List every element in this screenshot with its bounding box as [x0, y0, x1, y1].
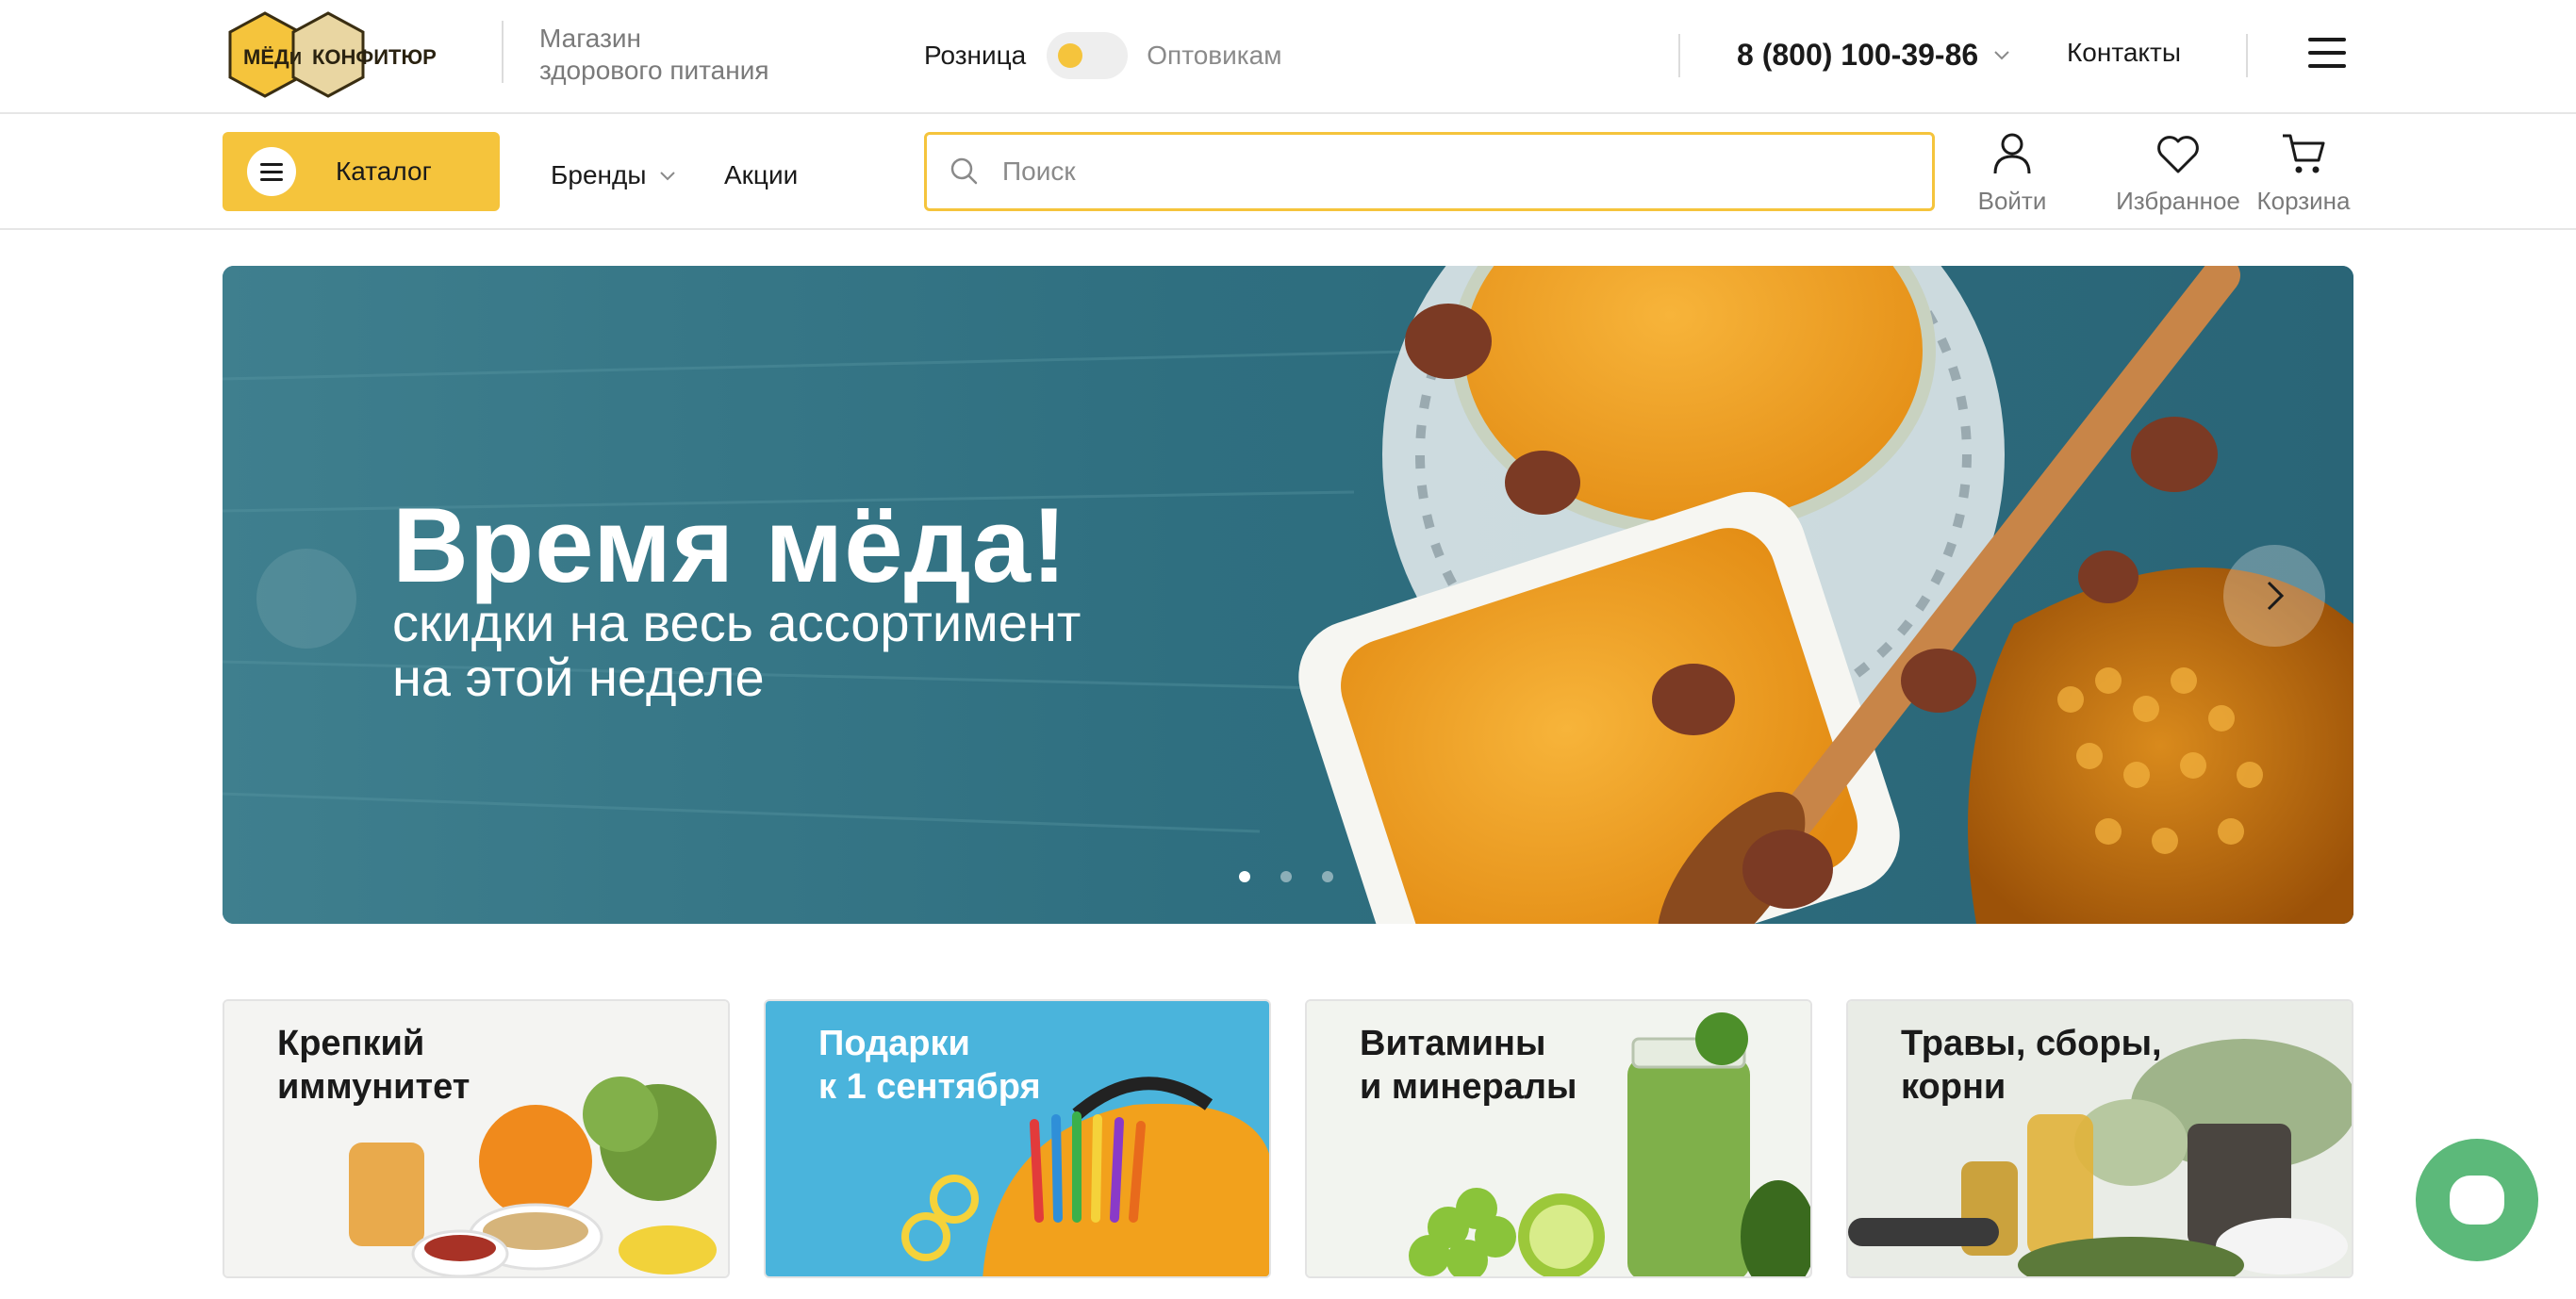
- tagline-line1: Магазин: [539, 24, 642, 53]
- catalog-label: Каталог: [336, 156, 432, 186]
- svg-text:И: И: [289, 49, 302, 68]
- hero-subtitle: скидки на весь ассортимент на этой недел…: [392, 596, 1081, 705]
- header-divider: [1678, 34, 1680, 77]
- login-button[interactable]: Войти: [1969, 130, 2056, 216]
- header-divider: [2246, 34, 2248, 77]
- category-title-line1: Витамины: [1360, 1024, 1546, 1063]
- catalog-menu-icon: [247, 147, 296, 196]
- search-input[interactable]: [1002, 156, 1907, 187]
- category-title: Травы, сборы, корни: [1901, 1022, 2162, 1109]
- search-box: [924, 132, 1935, 211]
- cart-icon: [2283, 134, 2325, 173]
- category-title-line2: корни: [1901, 1067, 2006, 1107]
- chevron-down-icon: [660, 172, 676, 181]
- hero-prev-button[interactable]: [256, 549, 356, 649]
- hero-title: Время мёда!: [392, 486, 1068, 604]
- store-tagline: Магазин здорового питания: [539, 23, 769, 87]
- contacts-link[interactable]: Контакты: [2067, 38, 2181, 68]
- chat-button[interactable]: [2416, 1139, 2538, 1261]
- logo-divider: [502, 21, 504, 83]
- favorites-label: Избранное: [2116, 187, 2240, 215]
- category-title: Витамины и минералы: [1360, 1022, 1577, 1109]
- category-card-gifts[interactable]: Подарки к 1 сентября: [764, 999, 1271, 1278]
- hero-pagination: [1239, 871, 1363, 882]
- catalog-button[interactable]: Каталог: [223, 132, 500, 211]
- hero-dot[interactable]: [1239, 871, 1250, 882]
- logo-honeycomb-icon: МЁД И КОНФИТЮР: [228, 11, 437, 98]
- mode-retail-label[interactable]: Розница: [924, 41, 1026, 71]
- chevron-right-icon: [2267, 581, 2285, 611]
- brands-dropdown[interactable]: Бренды: [551, 156, 678, 194]
- tagline-line2: здорового питания: [539, 56, 769, 85]
- heart-icon: [2157, 136, 2199, 173]
- phone-dropdown[interactable]: 8 (800) 100-39-86: [1737, 34, 2012, 75]
- category-title-line2: к 1 сентября: [818, 1067, 1041, 1107]
- chevron-down-icon: [1994, 51, 2009, 60]
- hero-subtitle-line1: скидки на весь ассортимент: [392, 593, 1082, 652]
- hero-dot[interactable]: [1280, 871, 1292, 882]
- category-title-line1: Травы, сборы,: [1901, 1024, 2162, 1063]
- brands-label: Бренды: [551, 160, 647, 189]
- nav-bar: Каталог Бренды Акции Войти Избранное: [0, 115, 2576, 230]
- category-title-line2: иммунитет: [277, 1067, 471, 1107]
- svg-text:МЁД: МЁД: [243, 45, 289, 69]
- category-title: Подарки к 1 сентября: [818, 1022, 1041, 1109]
- chat-bubble-icon: [2450, 1176, 2504, 1225]
- user-icon: [1993, 133, 2031, 174]
- search-icon[interactable]: [948, 155, 982, 189]
- cart-label: Корзина: [2256, 187, 2351, 215]
- category-title: Крепкий иммунитет: [277, 1022, 470, 1109]
- category-title-line2: и минералы: [1360, 1067, 1577, 1107]
- mode-toggle-knob: [1058, 43, 1083, 68]
- category-title-line1: Подарки: [818, 1024, 970, 1063]
- hero-banner[interactable]: Время мёда! скидки на весь ассортимент н…: [223, 266, 2353, 924]
- mode-toggle[interactable]: [1047, 32, 1129, 79]
- hero-subtitle-line2: на этой неделе: [392, 648, 765, 707]
- cart-button[interactable]: Корзина: [2242, 130, 2365, 216]
- customer-mode-switch: Розница Оптовикам: [924, 32, 1282, 79]
- mode-wholesale-label[interactable]: Оптовикам: [1147, 41, 1281, 71]
- site-logo[interactable]: МЁД И КОНФИТЮР: [223, 9, 458, 104]
- category-card-immunity[interactable]: Крепкий иммунитет: [223, 999, 730, 1278]
- category-title-line1: Крепкий: [277, 1024, 425, 1063]
- hero-next-button[interactable]: [2223, 545, 2325, 647]
- category-card-herbs[interactable]: Травы, сборы, корни: [1846, 999, 2353, 1278]
- svg-text:КОНФИТЮР: КОНФИТЮР: [312, 45, 437, 69]
- hero-dot[interactable]: [1322, 871, 1333, 882]
- login-label: Войти: [1977, 187, 2047, 215]
- phone-number[interactable]: 8 (800) 100-39-86: [1737, 38, 1978, 73]
- sales-link[interactable]: Акции: [724, 156, 798, 194]
- menu-icon[interactable]: [2308, 38, 2350, 75]
- category-card-vitamins[interactable]: Витамины и минералы: [1305, 999, 1812, 1278]
- top-bar: МЁД И КОНФИТЮР Магазин здорового питания…: [0, 0, 2576, 114]
